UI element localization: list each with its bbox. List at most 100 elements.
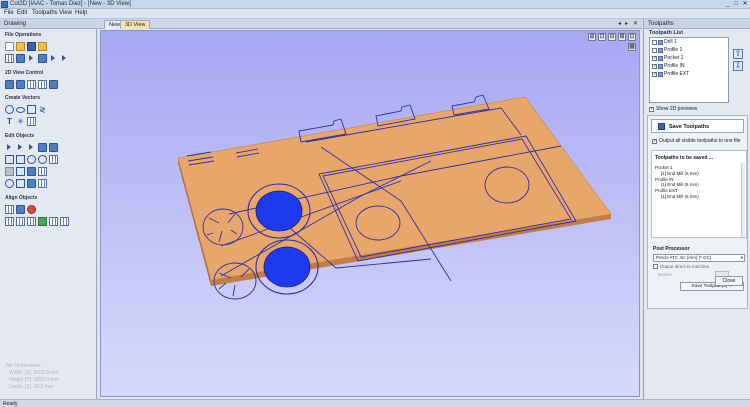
- align-top-icon[interactable]: [5, 217, 14, 226]
- chevron-down-icon: ▾: [740, 255, 743, 260]
- weld-icon[interactable]: [27, 155, 36, 164]
- output-all-option[interactable]: Output all visible toolpaths to one file: [652, 138, 740, 144]
- move-down-button[interactable]: ⇩: [733, 61, 743, 71]
- group-icon[interactable]: [5, 155, 14, 164]
- post-processor-title: Post Processor: [653, 246, 690, 252]
- import-arrow-icon[interactable]: [27, 54, 36, 63]
- open-file-icon[interactable]: [16, 42, 25, 51]
- toolpath-label: Profile 1: [664, 47, 683, 53]
- distribute-h-icon[interactable]: [38, 217, 47, 226]
- select-icon[interactable]: [5, 143, 14, 152]
- toolpath-item[interactable]: Pocket 1: [650, 54, 728, 62]
- toolpath-checkbox[interactable]: [652, 39, 657, 45]
- toolpath-checkbox[interactable]: [652, 63, 657, 69]
- job-setup-icon[interactable]: [5, 54, 14, 63]
- align-page-icon[interactable]: [60, 217, 69, 226]
- distribute-v-icon[interactable]: [49, 217, 58, 226]
- join-icon[interactable]: [5, 167, 14, 176]
- menu-toolpaths[interactable]: Toolpaths: [32, 10, 58, 16]
- zoom-extents-icon[interactable]: [5, 80, 14, 89]
- dogbone-icon[interactable]: [16, 179, 25, 188]
- move-icon[interactable]: [38, 143, 47, 152]
- align-bottom-icon[interactable]: [27, 217, 36, 226]
- zoom-box-icon[interactable]: [27, 80, 36, 89]
- save-file-icon[interactable]: [27, 42, 36, 51]
- 3d-scene[interactable]: [101, 31, 641, 398]
- view-side-icon[interactable]: ⊠: [618, 33, 626, 41]
- draw-ellipse-icon[interactable]: [16, 107, 25, 113]
- view-tabs: New 3D View ◂ ▸ ✕: [98, 19, 642, 29]
- toolpath-checkbox[interactable]: [652, 47, 657, 53]
- view-front-icon[interactable]: ⊟: [608, 33, 616, 41]
- menu-view[interactable]: View: [59, 10, 72, 16]
- redo-icon[interactable]: [60, 54, 69, 63]
- output-direct-option[interactable]: Output direct to machine: [653, 264, 709, 269]
- array-icon[interactable]: [38, 167, 47, 176]
- drawing-tab[interactable]: Drawing: [0, 19, 97, 29]
- maximize-button[interactable]: □: [732, 1, 740, 8]
- menu-help[interactable]: Help: [75, 10, 87, 16]
- undo-icon[interactable]: [49, 54, 58, 63]
- view-fit-icon[interactable]: ⊡: [628, 33, 636, 41]
- draw-polyline-icon[interactable]: ≷: [38, 105, 47, 114]
- align-right-icon[interactable]: [27, 205, 36, 214]
- text-on-curve-icon[interactable]: [27, 117, 36, 126]
- tab-prev-icon[interactable]: ◂: [618, 20, 621, 27]
- show-2d-previews[interactable]: Show 2D previews: [649, 106, 697, 112]
- tab-close-icon[interactable]: ✕: [633, 20, 638, 27]
- toolpath-checkbox[interactable]: [652, 55, 657, 61]
- menu-file[interactable]: File: [4, 10, 14, 16]
- curve-fit-icon[interactable]: [27, 179, 36, 188]
- export-icon[interactable]: [38, 54, 47, 63]
- transform-icon[interactable]: [27, 143, 36, 152]
- edit-objects-row-3: [5, 167, 47, 177]
- save-icon: [658, 123, 665, 130]
- toolpath-item[interactable]: Profile IN: [650, 62, 728, 70]
- view-3d-icon[interactable]: [49, 80, 58, 89]
- node-edit-icon[interactable]: [16, 143, 25, 152]
- show-2d-previews-checkbox[interactable]: [649, 106, 654, 112]
- close-button[interactable]: Close: [715, 276, 743, 286]
- toolpath-item[interactable]: Profile EXT: [650, 70, 728, 78]
- nest-icon[interactable]: [38, 179, 47, 188]
- fillet-icon[interactable]: [5, 179, 14, 188]
- close-window-button[interactable]: ✕: [741, 1, 749, 8]
- import-folder-icon[interactable]: [38, 42, 47, 51]
- menu-edit[interactable]: Edit: [17, 10, 27, 16]
- toolpaths-tab[interactable]: Toolpaths: [644, 19, 750, 29]
- save-list-scrollbar[interactable]: [741, 163, 745, 237]
- render-mode-icon[interactable]: ▦: [628, 43, 636, 51]
- view-top-icon[interactable]: ⊡: [598, 33, 606, 41]
- align-center-icon[interactable]: [16, 205, 25, 214]
- toolpath-item[interactable]: Drill 1: [650, 38, 728, 46]
- draw-star-icon[interactable]: ✳: [16, 117, 25, 126]
- minimize-button[interactable]: _: [724, 1, 732, 8]
- import-vectors-icon[interactable]: [16, 54, 25, 63]
- mirror-icon[interactable]: [27, 167, 36, 176]
- zoom-in-icon[interactable]: [16, 80, 25, 89]
- subtract-icon[interactable]: [38, 155, 47, 164]
- pan-icon[interactable]: [38, 80, 47, 89]
- show-2d-previews-label: Show 2D previews: [656, 106, 698, 112]
- align-left-icon[interactable]: [5, 205, 14, 214]
- output-direct-checkbox[interactable]: [653, 264, 658, 269]
- toolpath-item[interactable]: Profile 1: [650, 46, 728, 54]
- move-up-button[interactable]: ⇧: [733, 49, 743, 59]
- trim-icon[interactable]: [49, 155, 58, 164]
- offset-icon[interactable]: [16, 167, 25, 176]
- 3d-viewport[interactable]: ⊞ ⊡ ⊟ ⊠ ⊡ ▦: [100, 30, 640, 397]
- toolpath-checkbox[interactable]: [652, 71, 657, 77]
- tab-next-icon[interactable]: ▸: [625, 20, 628, 27]
- ungroup-icon[interactable]: [16, 155, 25, 164]
- align-middle-icon[interactable]: [16, 217, 25, 226]
- scale-icon[interactable]: [49, 143, 58, 152]
- post-processor-select[interactable]: Precix ATC 4rc (mm) (*.GC) ▾: [653, 254, 745, 262]
- new-file-icon[interactable]: [5, 42, 14, 51]
- draw-text-icon[interactable]: T: [5, 117, 14, 126]
- draw-circle-icon[interactable]: [5, 105, 14, 114]
- output-all-checkbox[interactable]: [652, 138, 657, 144]
- view-iso-icon[interactable]: ⊞: [588, 33, 596, 41]
- draw-rectangle-icon[interactable]: [27, 105, 36, 114]
- toolpaths-to-save-box: Toolpaths to be saved ... Pocket 1 [1] E…: [651, 150, 747, 238]
- tab-3d-view[interactable]: 3D View: [120, 20, 151, 29]
